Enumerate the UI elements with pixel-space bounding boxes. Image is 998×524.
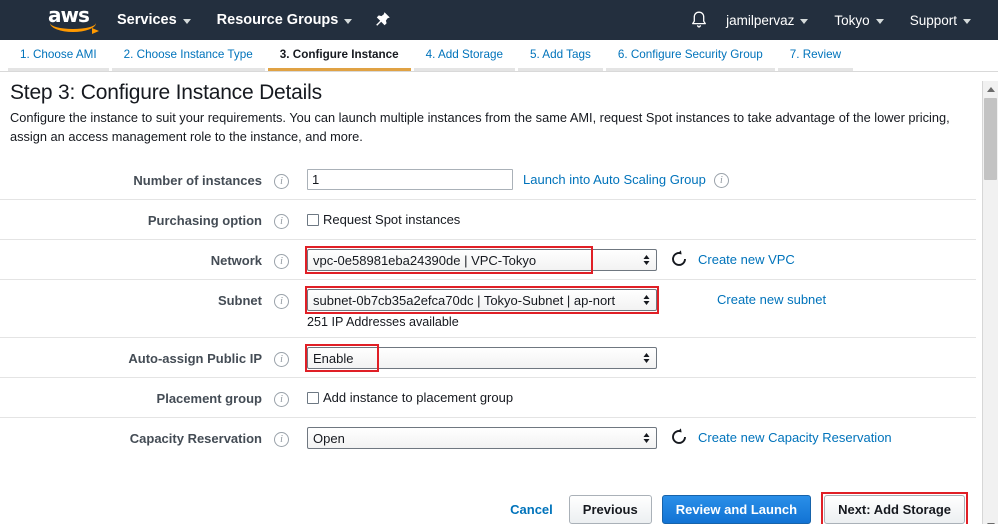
subnet-select[interactable]: subnet-0b7cb35a2efca70dc | Tokyo-Subnet … (307, 289, 657, 311)
cancel-button[interactable]: Cancel (504, 495, 559, 524)
capacity-reservation-value: Open (313, 430, 345, 446)
row-capacity-reservation: Capacity Reservation i Open Create new C… (0, 418, 976, 458)
network-vpc-value: vpc-0e58981eba24390de | VPC-Tokyo (313, 252, 537, 268)
info-icon[interactable]: i (274, 294, 289, 309)
scroll-up-arrow-icon[interactable] (983, 81, 998, 97)
next-button-wrapper: Next: Add Storage (821, 491, 968, 524)
tab-choose-instance-type[interactable]: 2. Choose Instance Type (111, 48, 265, 71)
info-icon[interactable]: i (274, 174, 289, 189)
tab-configure-security-group[interactable]: 6. Configure Security Group (605, 48, 775, 71)
nav-support-menu[interactable]: Support (897, 0, 984, 40)
select-arrows-icon (643, 353, 650, 363)
nav-services[interactable]: Services (104, 0, 204, 40)
number-of-instances-input[interactable] (307, 169, 513, 190)
top-navigation-bar: aws Services Resource Groups jamilpervaz… (0, 0, 998, 40)
launch-into-auto-scaling-group-link[interactable]: Launch into Auto Scaling Group (523, 169, 706, 190)
info-icon[interactable]: i (274, 352, 289, 367)
control-purchasing-option: Request Spot instances (307, 209, 460, 227)
auto-assign-public-ip-select[interactable]: Enable (307, 347, 657, 369)
scrollbar-thumb[interactable] (984, 98, 997, 180)
create-new-subnet-link[interactable]: Create new subnet (717, 289, 826, 310)
create-new-capacity-reservation-link[interactable]: Create new Capacity Reservation (698, 427, 892, 448)
row-purchasing-option: Purchasing option i Request Spot instanc… (0, 200, 976, 240)
row-number-of-instances: Number of instances i Launch into Auto S… (0, 160, 976, 200)
create-new-vpc-link[interactable]: Create new VPC (698, 249, 795, 270)
nav-region-label: Tokyo (834, 12, 870, 28)
refresh-icon[interactable] (669, 427, 689, 447)
select-arrows-icon (643, 433, 650, 443)
row-network: Network i vpc-0e58981eba24390de | VPC-To… (0, 240, 976, 280)
page-title: Step 3: Configure Instance Details (10, 81, 322, 104)
tab-add-storage[interactable]: 4. Add Storage (413, 48, 515, 71)
control-capacity-reservation: Open Create new Capacity Reservation (307, 427, 892, 449)
vertical-scrollbar[interactable] (982, 81, 998, 524)
control-placement-group: Add instance to placement group (307, 387, 513, 405)
next-add-storage-button[interactable]: Next: Add Storage (824, 494, 965, 524)
nav-resource-groups[interactable]: Resource Groups (204, 0, 366, 40)
chevron-down-icon (800, 18, 809, 24)
nav-services-label: Services (117, 12, 177, 28)
request-spot-instances-checkbox[interactable] (307, 213, 319, 226)
control-network: vpc-0e58981eba24390de | VPC-Tokyo Create… (305, 246, 795, 274)
scroll-down-arrow-icon[interactable] (983, 517, 998, 524)
main-content: Step 3: Configure Instance Details Confi… (0, 81, 998, 524)
label-network: Network (210, 253, 262, 268)
network-vpc-select[interactable]: vpc-0e58981eba24390de | VPC-Tokyo (307, 249, 657, 271)
label-number-of-instances: Number of instances (133, 173, 262, 188)
tab-choose-ami[interactable]: 1. Choose AMI (8, 48, 109, 71)
row-placement-group: Placement group i Add instance to placem… (0, 378, 976, 418)
tab-review[interactable]: 7. Review (777, 48, 854, 71)
subnet-ip-availability-text: 251 IP Addresses available (307, 315, 459, 329)
page-description: Configure the instance to suit your requ… (10, 110, 950, 144)
triangle-up-icon (987, 86, 995, 92)
capacity-reservation-select[interactable]: Open (307, 427, 657, 449)
aws-logo[interactable]: aws (48, 3, 104, 34)
nav-account-menu[interactable]: jamilpervaz (713, 0, 821, 40)
tab-add-tags[interactable]: 5. Add Tags (517, 48, 603, 71)
auto-assign-public-ip-value: Enable (313, 350, 354, 366)
row-subnet: Subnet i subnet-0b7cb35a2efca70dc | Toky… (0, 280, 976, 338)
chevron-down-icon (963, 18, 971, 24)
instance-details-form: Number of instances i Launch into Auto S… (0, 160, 998, 458)
chevron-down-icon (182, 18, 191, 24)
pin-icon[interactable] (371, 9, 393, 31)
label-capacity-reservation: Capacity Reservation (129, 431, 262, 446)
info-icon[interactable]: i (274, 214, 289, 229)
notifications-bell-icon[interactable] (689, 9, 709, 31)
add-instance-to-placement-group-label: Add instance to placement group (323, 390, 514, 405)
row-auto-assign-public-ip: Auto-assign Public IP i Enable (0, 338, 976, 378)
info-icon[interactable]: i (713, 173, 729, 188)
label-subnet: Subnet (217, 293, 262, 308)
select-arrows-icon (643, 295, 650, 305)
wizard-step-tabs: 1. Choose AMI 2. Choose Instance Type 3.… (0, 40, 998, 72)
control-number-of-instances: Launch into Auto Scaling Group i (307, 169, 729, 190)
previous-button[interactable]: Previous (568, 494, 652, 524)
subnet-value: subnet-0b7cb35a2efca70dc | Tokyo-Subnet … (313, 292, 616, 308)
chevron-down-icon (344, 18, 353, 24)
info-icon[interactable]: i (274, 432, 289, 447)
info-icon[interactable]: i (274, 392, 289, 407)
label-auto-assign-public-ip: Auto-assign Public IP (128, 351, 262, 366)
label-purchasing-option: Purchasing option (147, 213, 262, 228)
aws-logo-wordmark: aws (48, 3, 90, 27)
chevron-down-icon (875, 18, 884, 24)
control-subnet: subnet-0b7cb35a2efca70dc | Tokyo-Subnet … (305, 286, 976, 329)
info-icon[interactable]: i (274, 254, 289, 269)
nav-support-label: Support (909, 12, 957, 28)
nav-resource-groups-label: Resource Groups (216, 12, 339, 28)
control-auto-assign-public-ip: Enable (305, 344, 657, 372)
wizard-footer: Cancel Previous Review and Launch Next: … (0, 485, 998, 524)
aws-logo-swoosh-icon (50, 23, 99, 34)
add-instance-to-placement-group-checkbox[interactable] (307, 391, 319, 404)
select-arrows-icon (643, 255, 650, 265)
refresh-icon[interactable] (669, 249, 689, 269)
review-and-launch-button[interactable]: Review and Launch (661, 494, 812, 524)
label-placement-group: Placement group (156, 391, 262, 406)
request-spot-instances-label: Request Spot instances (323, 212, 461, 227)
nav-account-label: jamilpervaz (726, 12, 795, 28)
tab-configure-instance[interactable]: 3. Configure Instance (267, 48, 411, 71)
nav-region-menu[interactable]: Tokyo (821, 0, 896, 40)
